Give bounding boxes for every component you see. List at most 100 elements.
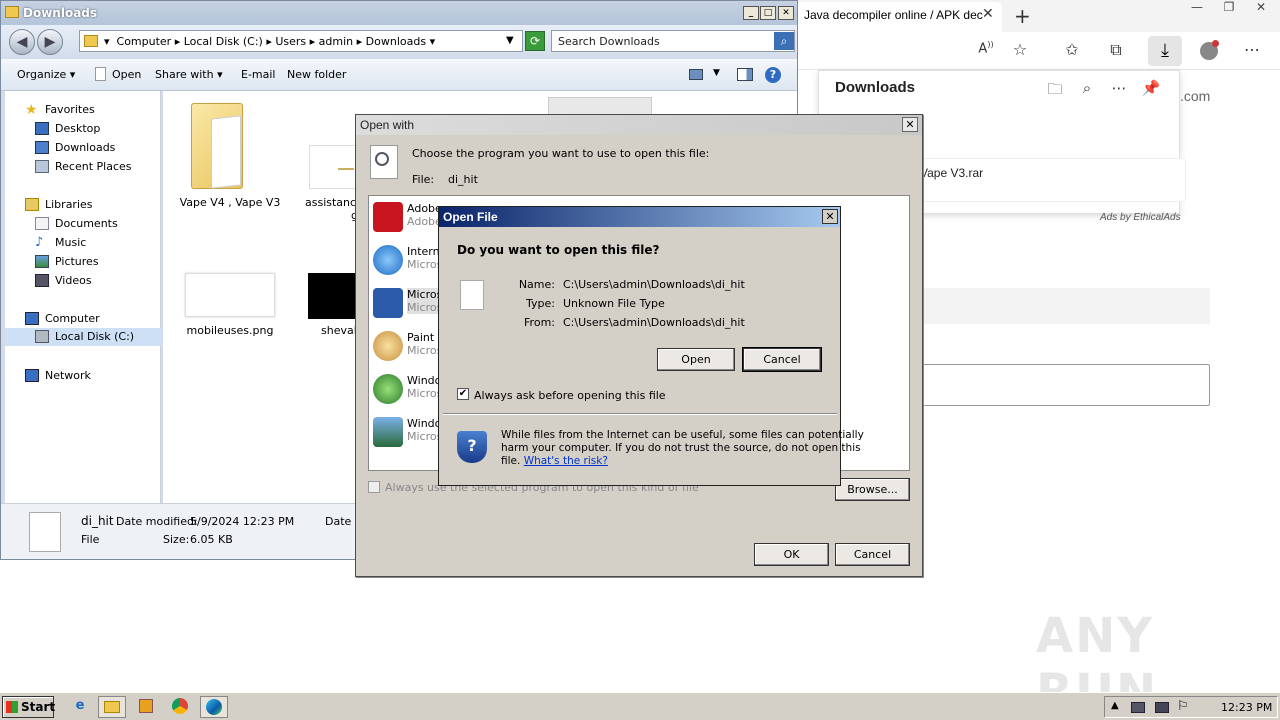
thumbnail-mark [338,168,354,170]
close-icon[interactable]: ✕ [1246,0,1276,18]
type-value: Unknown File Type [563,297,665,310]
edge-tab[interactable]: Java decompiler online / APK dec [796,2,1002,32]
explorer-taskbar-icon[interactable] [98,696,126,718]
nav-network[interactable]: Network [5,367,161,385]
browse-button[interactable]: Browse... [835,478,910,501]
file-label: File: [412,173,435,186]
nav-desktop[interactable]: Desktop [5,120,161,138]
internet-explorer-taskbar-icon[interactable]: e [66,696,94,718]
start-button[interactable]: Start [2,696,55,718]
cancel-button[interactable]: Cancel [742,347,822,372]
warning-line-3: file. What's the risk? [501,455,608,467]
explorer-address-bar: ◀ ▶ ▾ Computer ▸ Local Disk (C:) ▸ Users… [1,25,797,59]
organize-button[interactable]: Organize ▾ [17,68,75,81]
forward-button[interactable]: ▶ [37,29,63,55]
always-ask-label[interactable]: Always ask before opening this file [474,389,666,402]
ads-label[interactable]: Ads by EthicalAds [1100,212,1181,223]
pin-icon[interactable]: 📌 [1141,79,1161,97]
search-input[interactable]: Search Downloads ⌕ [551,30,795,52]
explorer-titlebar[interactable]: Downloads _ □ ✕ [1,1,797,25]
open-button[interactable]: Open [657,348,735,371]
nav-local-disk[interactable]: Local Disk (C:) [5,328,161,346]
details-modified-label: Date modified: [116,515,198,528]
edge-tab-title: Java decompiler online / APK dec [804,8,983,22]
search-icon[interactable]: ⌕ [1077,79,1097,97]
file-name[interactable]: Vape V4 , Vape V3 [175,196,285,209]
media-player-taskbar-icon[interactable] [132,696,160,718]
download-item-name[interactable]: Vape V3.rar [920,166,983,180]
page-input[interactable] [916,364,1210,406]
nav-music[interactable]: ♪ Music [5,234,161,252]
search-icon[interactable]: ⌕ [774,32,794,50]
nav-libraries[interactable]: Libraries [5,196,161,214]
cancel-button[interactable]: Cancel [835,543,910,566]
breadcrumb-computer[interactable]: Computer [117,35,172,48]
open-button[interactable]: Open [112,68,141,81]
image-thumbnail[interactable] [308,273,358,319]
back-button[interactable]: ◀ [9,29,35,55]
breadcrumb-local-disk[interactable]: Local Disk (C:) [184,35,263,48]
tab-close-icon[interactable]: ✕ [982,6,994,22]
breadcrumb-admin[interactable]: admin [319,35,353,48]
more-options-icon[interactable]: ⋯ [1109,79,1129,97]
open-with-titlebar[interactable]: Open with ✕ [356,115,922,135]
favorites-icon[interactable]: ✩ [1060,40,1084,62]
media-player-icon [139,699,153,713]
nav-documents[interactable]: Documents [5,215,161,233]
nav-recent-places[interactable]: Recent Places [5,158,161,176]
nav-downloads[interactable]: Downloads [5,139,161,157]
new-tab-icon[interactable]: + [1014,4,1031,28]
chrome-taskbar-icon[interactable] [166,696,194,718]
file-name: di_hit [448,173,478,186]
details-modified-value: 5/9/2024 12:23 PM [190,515,295,528]
network-tray-icon[interactable] [1155,702,1169,713]
folder-item-vape[interactable] [189,99,245,193]
warning-line-3-text: file. [501,455,521,467]
libraries-icon [25,198,39,211]
ok-button[interactable]: OK [754,543,829,566]
file-name[interactable]: mobileuses.png [175,324,285,337]
action-center-icon[interactable] [1131,702,1145,713]
page-domain-fragment: .com [1180,88,1211,104]
collections-icon[interactable]: ⧉ [1104,40,1128,62]
open-file-titlebar[interactable]: Open File ✕ [439,207,840,227]
refresh-button[interactable]: ⟳ [525,31,545,51]
close-button[interactable]: ✕ [778,6,794,20]
restore-icon[interactable]: ❐ [1214,0,1244,18]
whats-the-risk-link[interactable]: What's the risk? [524,455,608,467]
nav-pictures[interactable]: Pictures [5,253,161,271]
minimize-icon[interactable]: — [1182,0,1212,18]
maximize-button[interactable]: □ [760,6,776,20]
email-button[interactable]: E-mail [241,68,276,81]
show-hidden-icons[interactable]: ▲ [1111,700,1119,711]
share-with-button[interactable]: Share with ▾ [155,68,223,81]
nav-computer-label: Computer [45,312,100,325]
close-button[interactable]: ✕ [902,117,918,132]
view-dropdown-icon[interactable]: ▼ [713,68,720,78]
open-folder-icon[interactable]: 🗀 [1045,79,1065,104]
nav-computer[interactable]: Computer [5,310,161,328]
breadcrumb-users[interactable]: Users [275,35,306,48]
magnifier-glass [375,152,389,166]
breadcrumb-downloads[interactable]: Downloads [366,35,426,48]
flag-icon[interactable]: ⚐ [1177,699,1189,714]
downloads-icon[interactable]: ⤓ [1148,36,1182,66]
close-button[interactable]: ✕ [822,209,838,224]
new-folder-button[interactable]: New folder [287,68,346,81]
nav-videos-label: Videos [55,274,92,287]
preview-pane-icon[interactable] [737,68,753,81]
nav-favorites[interactable]: ★ Favorites [5,101,161,119]
help-icon[interactable]: ? [765,67,781,83]
read-aloud-icon[interactable]: A)) [974,40,998,62]
view-icon[interactable] [689,69,703,80]
nav-videos[interactable]: Videos [5,272,161,290]
address-box[interactable]: ▾ Computer ▸ Local Disk (C:) ▸ Users ▸ a… [79,30,523,52]
clock[interactable]: 12:23 PM [1221,701,1272,714]
add-favorite-icon[interactable]: ☆ [1008,40,1032,62]
more-icon[interactable]: ⋯ [1240,40,1264,62]
address-dropdown-icon[interactable]: ▼ [506,35,514,46]
always-ask-checkbox[interactable]: ✔ [457,388,469,400]
edge-taskbar-icon[interactable] [200,696,228,718]
minimize-button[interactable]: _ [743,6,759,20]
image-thumbnail[interactable] [185,273,275,317]
